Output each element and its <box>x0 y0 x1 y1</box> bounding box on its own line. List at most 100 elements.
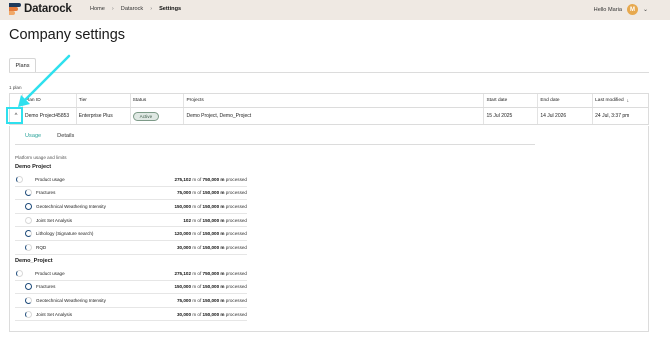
usage-label: Product usage <box>35 176 65 182</box>
usage-unit: m of <box>191 203 203 209</box>
usage-unit: m of <box>191 217 203 223</box>
usage-suffix: processed <box>224 203 247 209</box>
usage-value: 275,102 m of 750,000 m processed <box>174 177 247 182</box>
usage-unit: m of <box>191 176 203 182</box>
usage-row: Product usage 275,102 m of 750,000 m proc… <box>15 173 247 187</box>
usage-value: 75,000 m of 150,000 m processed <box>177 298 247 303</box>
usage-limit: 150,000 m <box>202 284 225 290</box>
usage-row: Fractures 75,000 m of 150,000 m processed <box>15 187 247 201</box>
cell-start-date: 15 Jul 2025 <box>484 108 539 124</box>
user-greeting: Hello Maria <box>593 6 622 13</box>
usage-row: Joint Set Analysis 30,000 m of 150,000 m … <box>15 308 247 322</box>
usage-progress-ring-icon <box>25 283 32 291</box>
usage-label: Fractures <box>36 190 56 196</box>
column-header-start-date[interactable]: Start date <box>484 94 539 107</box>
usage-label: Geotechnical Weathering Intensity <box>36 203 106 209</box>
usage-progress-ring-icon <box>25 310 32 318</box>
column-header-projects[interactable]: Projects <box>184 94 485 107</box>
datarock-logo-icon <box>9 3 21 15</box>
breadcrumb-separator-icon: › <box>111 6 114 12</box>
avatar[interactable]: M <box>626 4 638 15</box>
sort-descending-icon[interactable]: ↓ <box>627 98 630 104</box>
usage-label: Lithology (Signature search) <box>36 231 94 237</box>
logo[interactable]: Datarock <box>9 3 72 15</box>
usage-label: RQD <box>36 244 47 250</box>
usage-row: RQD 30,000 m of 150,000 m processed <box>15 241 247 255</box>
usage-suffix: processed <box>224 231 247 237</box>
breadcrumb-settings: Settings <box>159 6 182 12</box>
usage-limit: 150,000 m <box>202 231 225 237</box>
usage-used: 30,000 <box>176 244 192 250</box>
status-badge: Active <box>132 111 160 121</box>
usage-suffix: processed <box>224 270 247 276</box>
usage-used: 275,102 <box>174 270 192 276</box>
usage-used: 75,000 <box>176 297 192 303</box>
table-row[interactable]: ^ Demo Project45853 Enterprise Plus Acti… <box>10 108 648 124</box>
usage-group-title: Demo_Project <box>15 258 53 264</box>
detail-tabs: Usage Details <box>17 130 82 145</box>
usage-row: Product usage 275,102 m of 750,000 m proc… <box>15 267 247 281</box>
plans-table: Plan ID Tier Status Projects Start date … <box>9 93 649 125</box>
usage-unit: m of <box>191 297 203 303</box>
usage-suffix: processed <box>224 297 247 303</box>
usage-label: Geotechnical Weathering Intensity <box>36 297 106 303</box>
usage-value: 150,000 m of 150,000 m processed <box>174 284 247 289</box>
usage-value: 30,000 m of 150,000 m processed <box>177 245 247 250</box>
usage-used: 102 <box>183 217 192 223</box>
usage-limit: 150,000 m <box>202 297 225 303</box>
usage-limit: 150,000 m <box>202 203 225 209</box>
column-header-end-date[interactable]: End date <box>538 94 594 107</box>
page-title: Company settings <box>9 27 126 43</box>
usage-used: 120,000 <box>174 231 192 237</box>
plan-detail-panel: Usage Details Platform usage and limits … <box>9 126 649 332</box>
usage-suffix: processed <box>224 284 247 290</box>
cell-status: Active <box>131 108 185 124</box>
cell-plan-id: Demo Project45853 <box>23 108 77 124</box>
usage-unit: m of <box>191 284 203 290</box>
usage-label: Joint Set Analysis <box>36 217 73 223</box>
usage-label: Joint Set Analysis <box>36 311 73 317</box>
breadcrumb-datarock[interactable]: Datarock <box>121 6 143 12</box>
tab-details[interactable]: Details <box>49 130 82 145</box>
usage-progress-ring-icon <box>25 230 32 238</box>
column-header-tier[interactable]: Tier <box>77 94 131 107</box>
usage-limit: 150,000 m <box>202 311 225 317</box>
chevron-down-icon[interactable]: ⌄ <box>643 6 648 13</box>
usage-suffix: processed <box>224 190 247 196</box>
breadcrumb-home[interactable]: Home <box>90 6 105 12</box>
usage-limit: 750,000 m <box>202 270 225 276</box>
usage-suffix: processed <box>224 217 247 223</box>
usage-used: 75,000 <box>176 190 192 196</box>
column-header-status[interactable]: Status <box>131 94 185 107</box>
tab-usage[interactable]: Usage <box>17 130 50 145</box>
breadcrumb-separator-icon: › <box>150 6 153 12</box>
usage-progress-ring-icon <box>25 296 32 304</box>
usage-limit: 150,000 m <box>202 244 225 250</box>
table-header: Plan ID Tier Status Projects Start date … <box>10 94 648 108</box>
usage-intro: Platform usage and limits <box>15 155 67 160</box>
user-menu[interactable]: Hello Maria M ⌄ <box>594 4 648 15</box>
usage-unit: m of <box>191 190 203 196</box>
usage-value: 75,000 m of 150,000 m processed <box>177 190 247 195</box>
usage-row: Geotechnical Weathering Intensity 75,000 … <box>15 294 247 308</box>
usage-progress-ring-icon <box>25 202 32 210</box>
usage-value: 275,102 m of 750,000 m processed <box>174 271 247 276</box>
header-expand <box>10 94 23 107</box>
usage-limit: 750,000 m <box>202 176 225 182</box>
last-modified-label: Last modified <box>595 98 624 103</box>
usage-used: 150,000 <box>174 203 192 209</box>
column-header-last-modified[interactable]: Last modified ↓ <box>593 94 648 107</box>
usage-suffix: processed <box>224 311 247 317</box>
usage-value: 120,000 m of 150,000 m processed <box>174 231 247 236</box>
plan-count: 1 plan <box>9 85 22 90</box>
usage-value: 102 m of 150,000 m processed <box>183 218 247 223</box>
tab-plans[interactable]: Plans <box>9 58 36 72</box>
usage-unit: m of <box>191 244 203 250</box>
usage-row: Lithology (Signature search) 120,000 m of… <box>15 227 247 241</box>
usage-progress-ring-icon <box>25 216 32 224</box>
column-header-plan-id[interactable]: Plan ID <box>23 94 77 107</box>
top-navigation-bar: Datarock Home › Datarock › Settings Hell… <box>0 0 670 20</box>
usage-value: 150,000 m of 150,000 m processed <box>174 204 247 209</box>
detail-tabs-divider <box>15 144 535 145</box>
usage-used: 30,000 <box>176 311 192 317</box>
